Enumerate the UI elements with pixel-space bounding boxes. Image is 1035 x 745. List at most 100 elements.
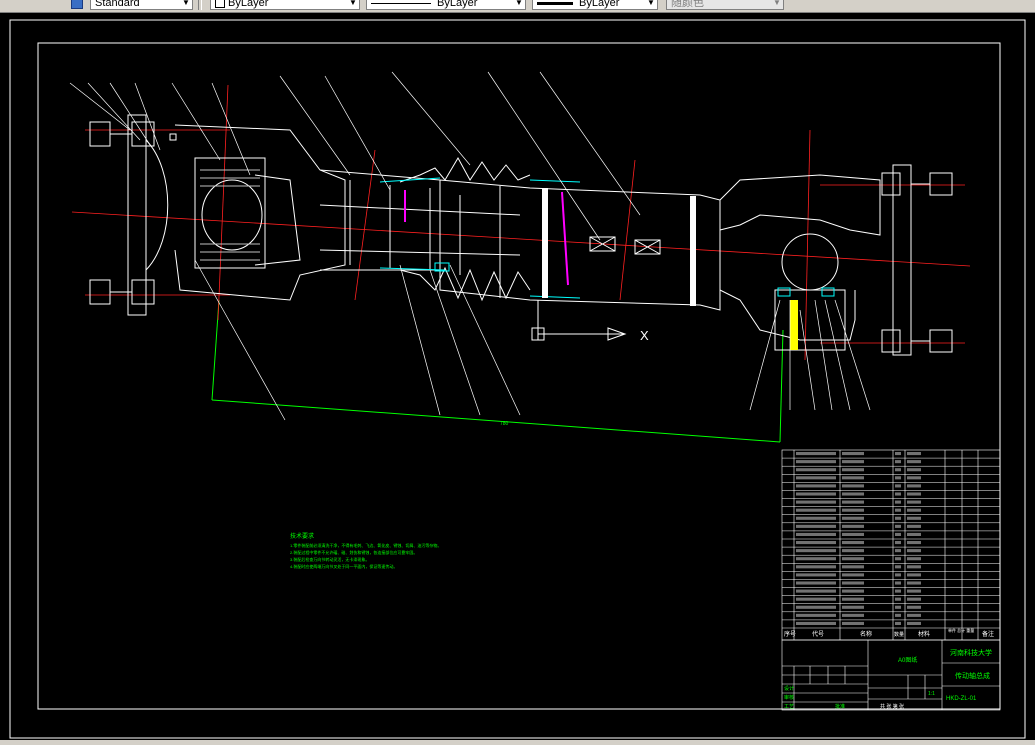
table-cell-mark xyxy=(907,452,921,456)
color-select[interactable]: 随颜色 ▼ xyxy=(666,0,784,10)
toolbar-separator xyxy=(198,0,202,10)
chevron-down-icon: ▼ xyxy=(773,0,781,7)
toolbar: Standard ▼ ByLayer ▼ ByLayer ▼ ByLayer ▼… xyxy=(0,0,1035,13)
table-cell-mark xyxy=(796,492,836,496)
linetype-select[interactable]: ByLayer ▼ xyxy=(366,0,526,10)
table-cell-mark xyxy=(895,541,901,545)
table-cell-mark xyxy=(907,589,921,593)
table-cell-mark xyxy=(895,573,901,577)
text-style-value: Standard xyxy=(95,0,140,9)
table-cell-mark xyxy=(796,589,836,593)
axis-x-label: X xyxy=(640,328,649,343)
text-style-select[interactable]: Standard ▼ xyxy=(90,0,193,10)
table-cell-mark xyxy=(842,581,864,585)
right-yoke-hatch xyxy=(790,300,798,350)
table-cell-mark xyxy=(907,549,921,553)
table-cell-mark xyxy=(895,549,901,553)
table-cell-mark xyxy=(895,476,901,480)
table-cell-mark xyxy=(895,597,901,601)
table-cell-mark xyxy=(907,476,921,480)
table-cell-mark xyxy=(895,532,901,536)
drawing-canvas[interactable]: 780 X 技术要求 1.零件装配前必须清洗干净，不得有毛刺、飞边、氧化皮、锈蚀… xyxy=(0,13,1035,740)
leader-lines xyxy=(69,71,871,421)
header-weight: 单件 总计 重量 xyxy=(948,627,974,633)
header-code: 代号 xyxy=(812,630,824,638)
table-cell-mark xyxy=(907,524,921,528)
table-cell-mark xyxy=(842,573,864,577)
table-cell-mark xyxy=(796,452,836,456)
table-cell-mark xyxy=(907,621,921,625)
table-cell-mark xyxy=(842,549,864,553)
table-cell-mark xyxy=(907,532,921,536)
table-cell-mark xyxy=(907,573,921,577)
table-cell-mark xyxy=(842,605,864,609)
table-cell-mark xyxy=(796,484,836,488)
table-cell-mark xyxy=(796,549,836,553)
table-cell-mark xyxy=(842,621,864,625)
boot-outline xyxy=(379,177,581,299)
table-cell-mark xyxy=(842,492,864,496)
left-yoke xyxy=(174,124,346,301)
chevron-down-icon: ▼ xyxy=(647,0,655,7)
table-cell-mark xyxy=(907,557,921,561)
chevron-down-icon: ▼ xyxy=(515,0,523,7)
table-cell-mark xyxy=(796,565,836,569)
table-cell-mark xyxy=(907,460,921,464)
table-cell-mark xyxy=(842,500,864,504)
table-cell-mark xyxy=(907,468,921,472)
table-cell-mark xyxy=(907,508,921,512)
layer-value: ByLayer xyxy=(228,0,269,9)
table-cell-mark xyxy=(796,500,836,504)
table-cell-mark xyxy=(796,460,836,464)
layer-select[interactable]: ByLayer ▼ xyxy=(210,0,360,10)
table-cell-mark xyxy=(895,581,901,585)
design-label: 设计 xyxy=(784,685,794,692)
table-cell-mark xyxy=(895,492,901,496)
table-cell-mark xyxy=(796,476,836,480)
text-style-icon[interactable] xyxy=(71,0,83,9)
sheet-count: 共 张 第 张 xyxy=(880,703,904,710)
table-cell-mark xyxy=(907,597,921,601)
table-cell-mark xyxy=(842,508,864,512)
linetype-preview-icon xyxy=(371,2,431,4)
color-swatch-icon xyxy=(215,0,225,9)
table-cell-mark xyxy=(907,541,921,545)
table-cell-mark xyxy=(907,605,921,609)
notes-title: 技术要求 xyxy=(290,532,314,540)
note-line-3: 3.装配后检查万向节转动灵活，无卡滞现象。 xyxy=(290,556,369,562)
table-cell-mark xyxy=(796,621,836,625)
table-cell-mark xyxy=(842,557,864,561)
table-cell-mark xyxy=(796,581,836,585)
review-label: 审核 xyxy=(784,694,794,701)
table-cell-mark xyxy=(796,516,836,520)
right-yoke xyxy=(719,164,953,356)
table-cell-mark xyxy=(796,557,836,561)
lineweight-select[interactable]: ByLayer ▼ xyxy=(532,0,658,10)
table-cell-mark xyxy=(895,516,901,520)
table-cell-mark xyxy=(895,605,901,609)
note-line-1: 1.零件装配前必须清洗干净，不得有毛刺、飞边、氧化皮、锈蚀、切屑、油污等杂物。 xyxy=(290,542,441,548)
table-cell-mark xyxy=(907,613,921,617)
drawing-name: 传动轴总成 xyxy=(955,671,990,680)
table-cell-mark xyxy=(895,484,901,488)
table-cell-mark xyxy=(842,476,864,480)
table-cell-mark xyxy=(796,508,836,512)
color-value: 随颜色 xyxy=(671,0,704,9)
table-cell-mark xyxy=(907,484,921,488)
table-cell-mark xyxy=(895,500,901,504)
sheet-size: A0图纸 xyxy=(898,656,917,664)
table-cell-mark xyxy=(907,581,921,585)
header-seq: 序号 xyxy=(784,630,796,638)
chevron-down-icon: ▼ xyxy=(349,0,357,7)
process-label: 工艺 xyxy=(784,704,794,710)
table-cell-mark xyxy=(895,557,901,561)
outer-frame xyxy=(9,19,1026,739)
header-remark: 备注 xyxy=(982,630,994,638)
table-cell-mark xyxy=(796,605,836,609)
lineweight-value: ByLayer xyxy=(579,0,620,9)
table-cell-mark xyxy=(895,621,901,625)
dimension-text: 780 xyxy=(500,421,509,427)
approve-label: 批准 xyxy=(835,703,845,710)
table-cell-mark xyxy=(796,541,836,545)
table-cell-mark xyxy=(796,468,836,472)
